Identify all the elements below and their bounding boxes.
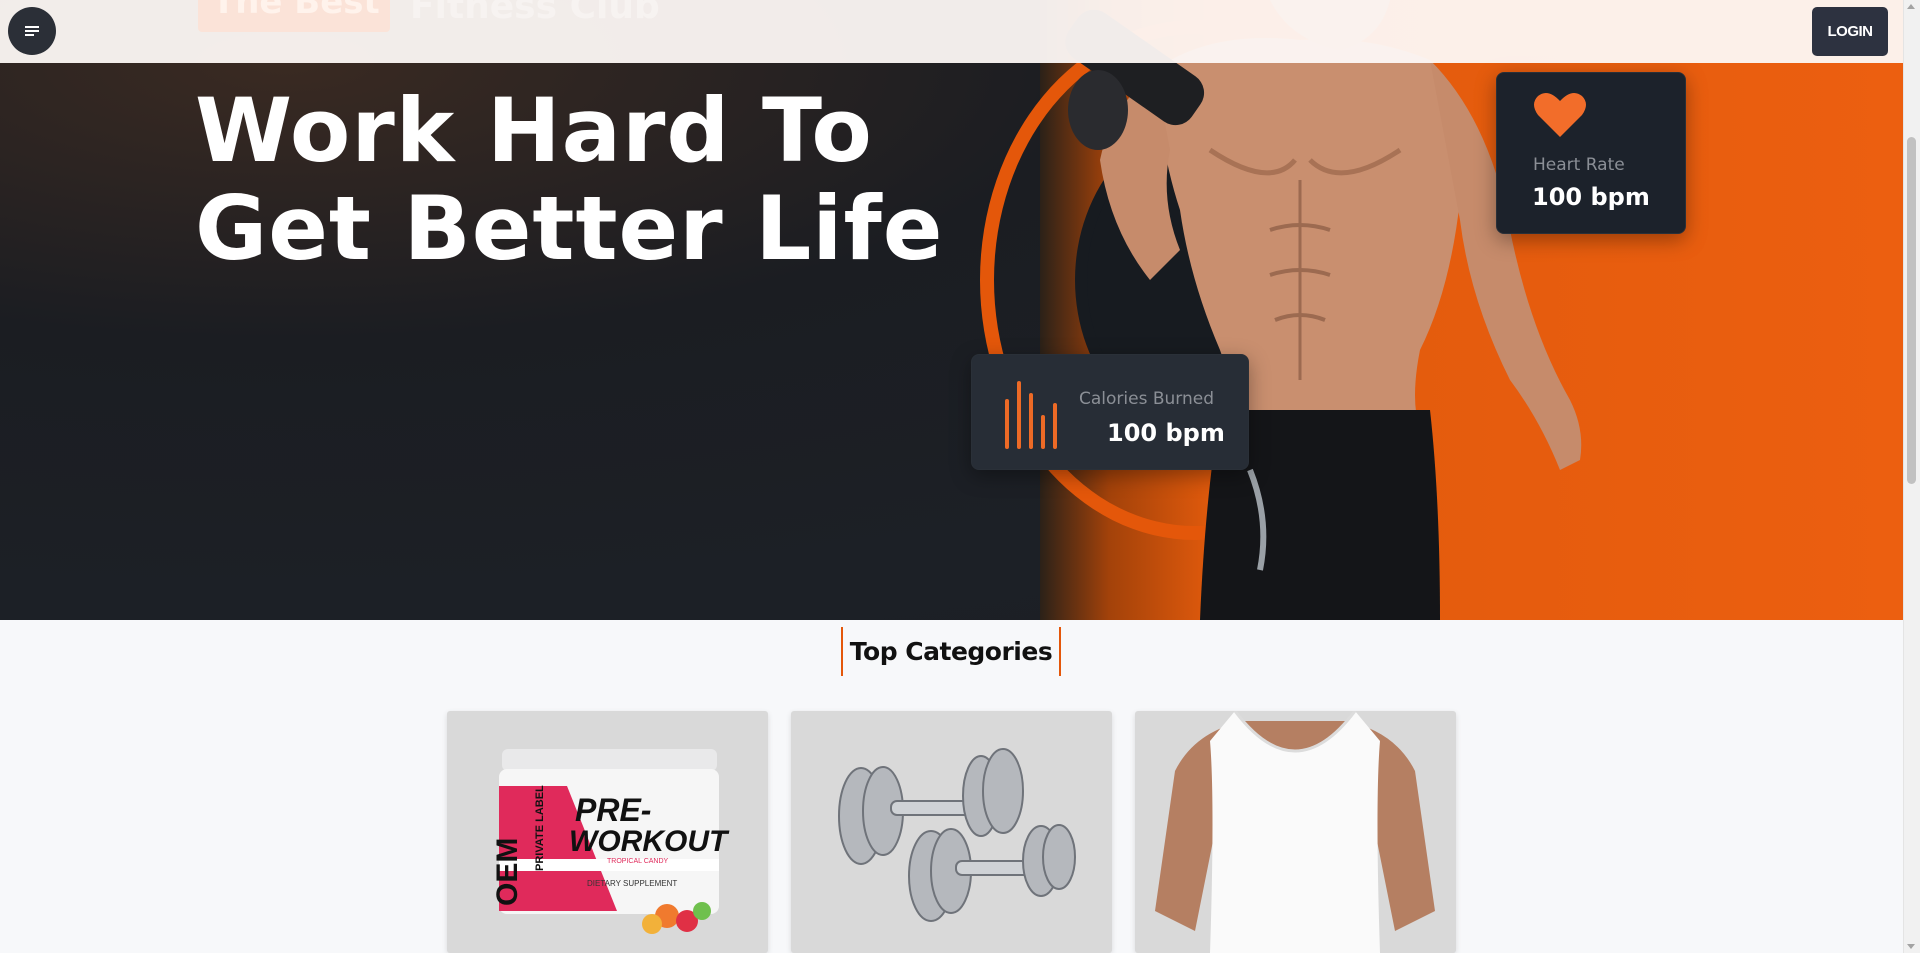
hero-title: Work Hard To Get Better Life: [195, 82, 943, 278]
svg-text:PRIVATE LABEL: PRIVATE LABEL: [534, 785, 546, 871]
svg-text:PRE-: PRE-: [575, 792, 651, 828]
scroll-up-arrow-icon[interactable]: [1907, 4, 1915, 9]
scroll-down-arrow-icon[interactable]: [1907, 944, 1915, 949]
bar-chart-icon: [1005, 381, 1057, 449]
heart-icon: [1534, 92, 1586, 137]
svg-text:TROPICAL CANDY: TROPICAL CANDY: [607, 858, 669, 865]
categories-heading: Top Categories: [841, 627, 1061, 676]
tank-top-model-image: [1155, 711, 1435, 953]
heart-rate-label: Heart Rate: [1533, 155, 1625, 175]
pre-workout-jar-image: OEM PRIVATE LABEL PRE- WORKOUT TROPICAL …: [491, 749, 730, 934]
hero-title-line1: Work Hard To: [195, 79, 873, 182]
category-card-supplements[interactable]: OEM PRIVATE LABEL PRE- WORKOUT TROPICAL …: [447, 711, 768, 953]
page-scrollbar[interactable]: [1903, 0, 1920, 953]
heart-rate-card: Heart Rate 100 bpm: [1496, 72, 1686, 234]
dumbbells-image: [838, 748, 1076, 922]
top-navbar: The Best Fitness Club LOGIN: [0, 0, 1903, 63]
svg-text:DIETARY SUPPLEMENT: DIETARY SUPPLEMENT: [587, 879, 677, 888]
categories-title: Top Categories: [849, 637, 1053, 666]
category-card-equipment[interactable]: [791, 711, 1112, 953]
hamburger-icon: [25, 26, 39, 36]
menu-button[interactable]: [8, 7, 56, 55]
scrollbar-thumb[interactable]: [1907, 137, 1916, 484]
navbar-ghost-badge: The Best: [198, 0, 390, 32]
navbar-ghost-text: Fitness Club: [410, 0, 660, 27]
calories-label: Calories Burned: [1079, 389, 1214, 409]
calories-value: 100 bpm: [1107, 419, 1225, 447]
svg-text:WORKOUT: WORKOUT: [569, 825, 730, 858]
hero-title-line2: Get Better Life: [195, 177, 944, 280]
svg-text:OEM: OEM: [491, 838, 524, 906]
login-button[interactable]: LOGIN: [1812, 7, 1888, 56]
calories-card: Calories Burned 100 bpm: [971, 354, 1249, 470]
heart-rate-value: 100 bpm: [1532, 183, 1650, 211]
category-card-apparel[interactable]: [1135, 711, 1456, 953]
hero-banner: Work Hard To Get Better Life Heart Rate …: [0, 0, 1903, 620]
